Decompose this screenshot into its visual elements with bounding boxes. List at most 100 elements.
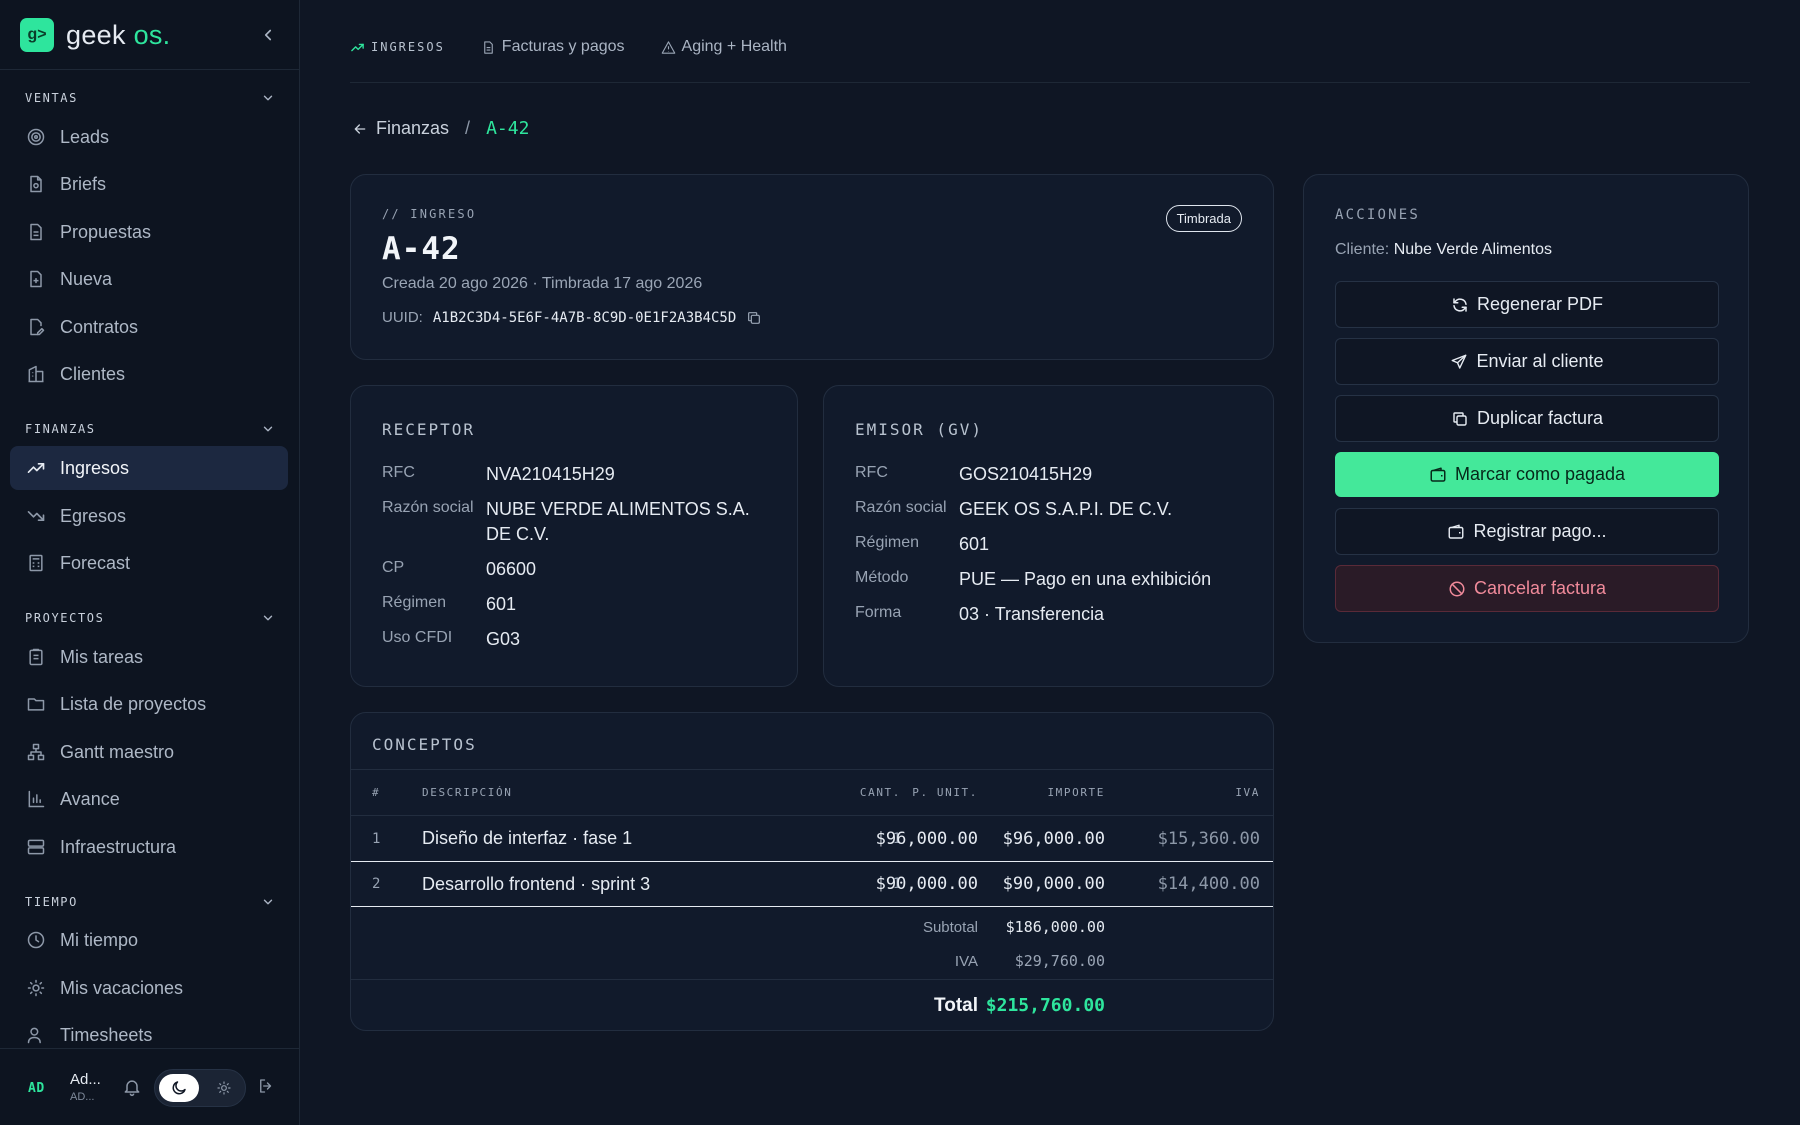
cell-num: 2 <box>372 876 381 892</box>
kv-label: RFC <box>855 464 888 481</box>
wallet-icon <box>1429 466 1447 484</box>
kv-row: Método PUE — Pago en una exhibición <box>855 567 1255 592</box>
kv-value: 03 · Transferencia <box>959 604 1105 624</box>
kv-value: GEEK OS S.A.P.I. DE C.V. <box>959 499 1173 519</box>
cell-importe: $90,000.00 <box>1002 874 1105 894</box>
section-ventas[interactable]: VENTAS <box>25 91 275 105</box>
kv-value: G03 <box>486 629 521 649</box>
duplicate-invoice-button[interactable]: Duplicar factura <box>1335 395 1719 442</box>
subtotal-row: Subtotal $186,000.00 <box>351 910 1273 944</box>
sidebar-item-label: Mi tiempo <box>60 929 139 950</box>
target-icon <box>26 127 46 147</box>
send-to-client-button[interactable]: Enviar al cliente <box>1335 338 1719 385</box>
sidebar-item-forecast[interactable]: Forecast <box>10 541 288 585</box>
subtotal-value: $186,000.00 <box>1005 918 1105 936</box>
client-name: Nube Verde Alimentos <box>1393 241 1553 258</box>
sidebar-item-briefs[interactable]: Briefs <box>10 162 288 206</box>
kv-row: Razón social GEEK OS S.A.P.I. DE C.V. <box>855 497 1255 522</box>
sun-icon[interactable] <box>207 1074 241 1102</box>
sidebar-item-propuestas[interactable]: Propuestas <box>10 210 288 254</box>
section-proyectos[interactable]: PROYECTOS <box>25 611 275 625</box>
sidebar-item-mi-tiempo[interactable]: Mi tiempo <box>10 918 288 962</box>
section-finanzas[interactable]: FINANZAS <box>25 422 275 436</box>
brand-logo: g> <box>20 18 54 52</box>
invoice-header-card: // INGRESO A-42 Creada 20 ago 2026 · Tim… <box>350 174 1274 360</box>
actions-title: ACCIONES <box>1335 207 1421 223</box>
sidebar: g> geek os. VENTAS Leads Briefs Propuest… <box>0 0 300 1125</box>
trending-up-icon <box>350 40 365 55</box>
wallet-icon <box>1447 523 1465 541</box>
document-icon <box>26 174 46 194</box>
tab-label: Aging + Health <box>681 38 787 55</box>
sidebar-item-label: Clientes <box>60 363 126 384</box>
sidebar-item-egresos[interactable]: Egresos <box>10 494 288 538</box>
iva-row: IVA $29,760.00 <box>351 944 1273 978</box>
iva-label: IVA <box>954 952 978 970</box>
kv-label: Régimen <box>382 594 447 611</box>
total-row: Total $215,760.00 <box>351 979 1273 1030</box>
theme-toggle[interactable] <box>154 1069 246 1107</box>
cancel-invoice-button[interactable]: Cancelar factura <box>1335 565 1719 612</box>
brand-name: geek <box>66 19 126 50</box>
sidebar-item-mis-vacaciones[interactable]: Mis vacaciones <box>10 966 288 1010</box>
tab-ingresos[interactable]: INGRESOS <box>350 40 445 55</box>
sidebar-footer: AD Ad... AD... <box>0 1048 299 1125</box>
tab-aging-health[interactable]: Aging + Health <box>661 38 787 56</box>
sidebar-item-clientes[interactable]: Clientes <box>10 352 288 396</box>
page-title: A-42 <box>382 231 461 267</box>
sidebar-item-lista-proyectos[interactable]: Lista de proyectos <box>10 682 288 726</box>
refresh-icon <box>1451 296 1469 314</box>
invoice-dates: Creada 20 ago 2026 · Timbrada 17 ago 202… <box>382 275 703 292</box>
kv-label: Razón social <box>382 499 474 516</box>
divider <box>350 82 1750 83</box>
user-subtitle: AD... <box>70 1091 95 1103</box>
trending-up-icon <box>26 458 46 478</box>
kv-row: RFC GOS210415H29 <box>855 462 1255 487</box>
moon-icon[interactable] <box>159 1074 199 1102</box>
sidebar-item-gantt-maestro[interactable]: Gantt maestro <box>10 730 288 774</box>
arrow-left-icon[interactable] <box>352 121 368 137</box>
section-proyectos-label: PROYECTOS <box>25 611 105 625</box>
breadcrumb-parent-link[interactable]: Finanzas <box>376 118 449 139</box>
status-badge: Timbrada <box>1165 205 1242 232</box>
sidebar-item-infraestructura[interactable]: Infraestructura <box>10 825 288 869</box>
copy-icon[interactable] <box>746 310 762 326</box>
ban-icon <box>1448 580 1466 598</box>
kv-row: RFC NVA210415H29 <box>382 462 782 487</box>
sidebar-item-label: Forecast <box>60 552 131 573</box>
sidebar-item-contratos[interactable]: Contratos <box>10 305 288 349</box>
kv-row: Forma 03 · Transferencia <box>855 602 1255 627</box>
trending-down-icon <box>26 506 46 526</box>
sidebar-item-label: Lista de proyectos <box>60 693 207 714</box>
col-importe-header: IMPORTE <box>1047 786 1105 799</box>
kv-row: Uso CFDI G03 <box>382 627 782 652</box>
bell-icon[interactable] <box>122 1077 142 1097</box>
kv-row: Régimen 601 <box>382 592 782 617</box>
regenerate-pdf-button[interactable]: Regenerar PDF <box>1335 281 1719 328</box>
register-payment-button[interactable]: Registrar pago... <box>1335 508 1719 555</box>
section-tiempo[interactable]: TIEMPO <box>25 895 275 909</box>
sidebar-item-mis-tareas[interactable]: Mis tareas <box>10 635 288 679</box>
subtotal-label: Subtotal <box>922 918 978 936</box>
collapse-sidebar-chevron-left-icon[interactable] <box>259 26 277 44</box>
kv-value: PUE — Pago en una exhibición <box>959 569 1212 589</box>
table-row[interactable]: 2 Desarrollo frontend · sprint 3 1 $90,0… <box>351 861 1273 907</box>
sidebar-item-ingresos[interactable]: Ingresos <box>10 446 288 490</box>
sidebar-item-avance[interactable]: Avance <box>10 777 288 821</box>
kv-label: Régimen <box>855 534 920 551</box>
warning-icon <box>661 40 676 55</box>
avatar[interactable]: AD <box>28 1081 45 1096</box>
file-pen-icon <box>26 317 46 337</box>
brand[interactable]: g> geek os. <box>20 17 170 53</box>
table-row[interactable]: 1 Diseño de interfaz · fase 1 1 $96,000.… <box>351 815 1273 861</box>
mark-paid-button[interactable]: Marcar como pagada <box>1335 452 1719 497</box>
sidebar-item-leads[interactable]: Leads <box>10 115 288 159</box>
sidebar-item-nueva[interactable]: Nueva <box>10 257 288 301</box>
invoice-eyebrow: // INGRESO <box>382 207 477 221</box>
kv-row: Razón social NUBE VERDE ALIMENTOS S.A. DE… <box>382 497 782 547</box>
tab-facturas-pagos[interactable]: Facturas y pagos <box>481 38 625 56</box>
chevron-down-icon <box>261 91 275 105</box>
logout-icon[interactable] <box>257 1077 277 1097</box>
actions-client: Cliente: Nube Verde Alimentos <box>1335 241 1552 259</box>
brand-name-suffix: os. <box>133 19 171 50</box>
